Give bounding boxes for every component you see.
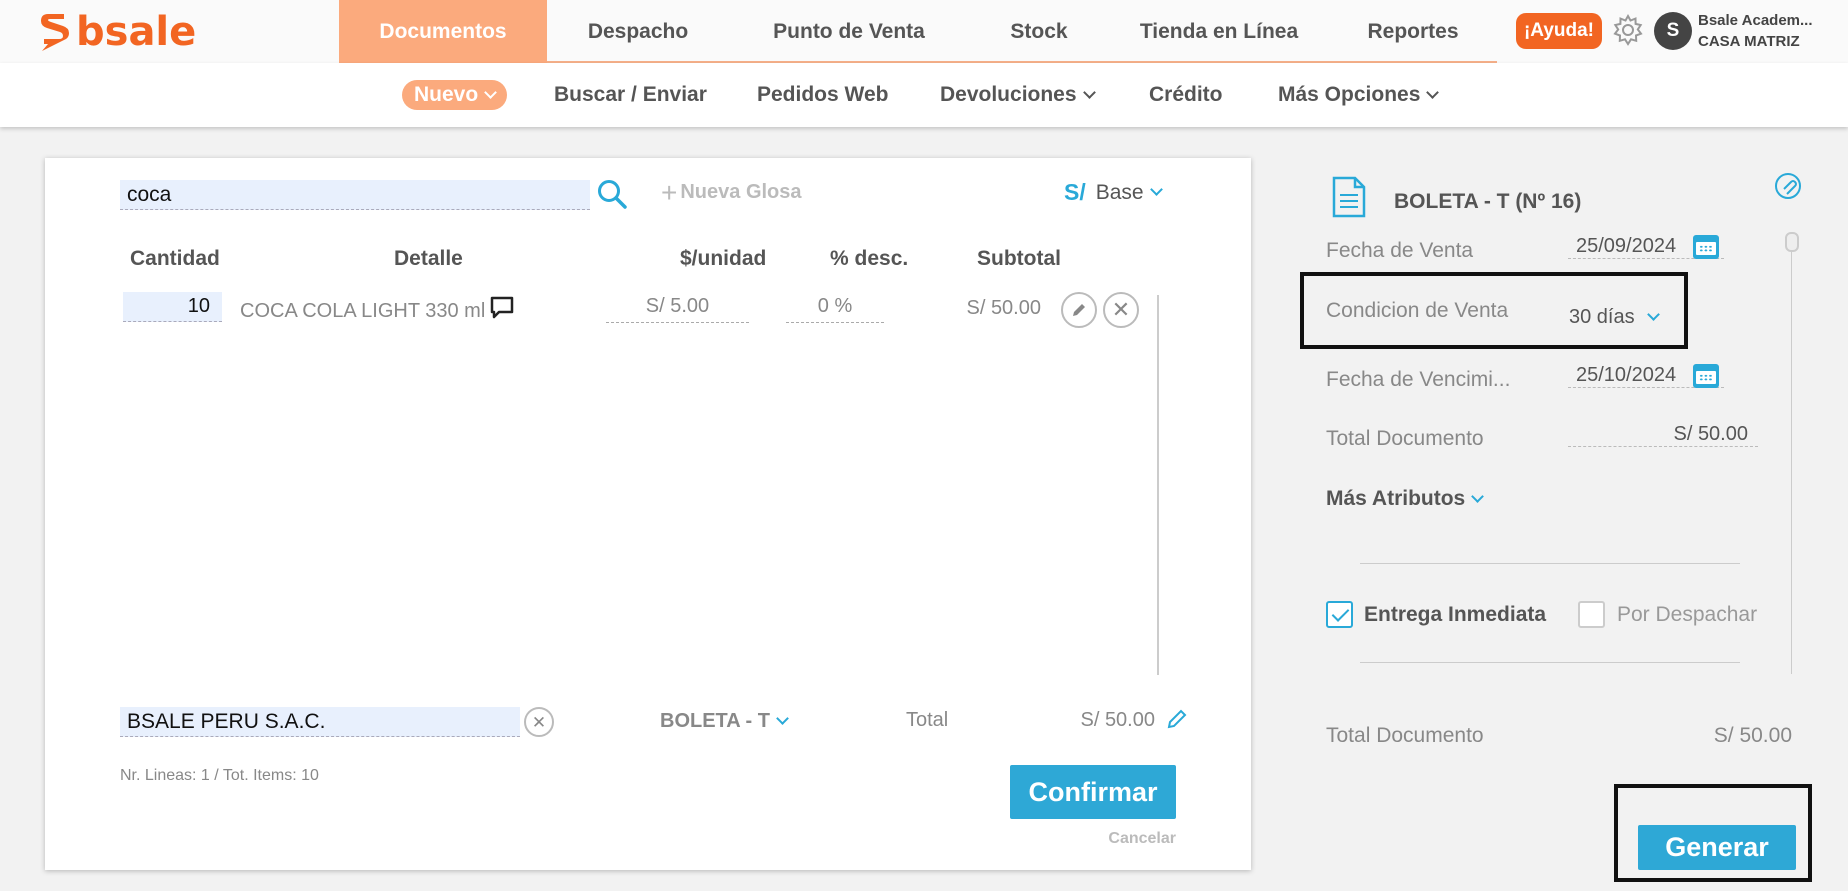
scrollbar-handle[interactable] — [1785, 232, 1799, 252]
condicion-venta-select[interactable]: 30 días — [1569, 306, 1660, 329]
chevron-down-icon — [1646, 308, 1660, 321]
row-subtotal: S/ 50.00 — [966, 297, 1041, 319]
entrega-inmediata-checkbox[interactable] — [1326, 601, 1353, 628]
fecha-vencimiento-label: Fecha de Vencimi... — [1326, 368, 1511, 391]
subnav-nuevo[interactable]: Nuevo — [402, 79, 508, 111]
generar-button[interactable]: Generar — [1638, 825, 1796, 870]
lines-summary: Nr. Lineas: 1 / Tot. Items: 10 — [120, 767, 319, 784]
client-input[interactable] — [120, 707, 520, 737]
mas-atributos-label: Más Atributos — [1326, 487, 1466, 510]
nav-stock[interactable]: Stock — [969, 0, 1109, 63]
subnav-pedidos-web[interactable]: Pedidos Web — [757, 79, 888, 111]
col-cantidad: Cantidad — [130, 247, 220, 270]
col-detalle: Detalle — [394, 247, 463, 270]
calendar-icon[interactable] — [1693, 235, 1719, 259]
nav-despacho[interactable]: Despacho — [547, 0, 729, 63]
attachment-icon[interactable] — [1774, 172, 1802, 200]
entrega-inmediata-label[interactable]: Entrega Inmediata — [1364, 603, 1546, 627]
divider — [1360, 563, 1740, 564]
quantity-input[interactable] — [123, 292, 222, 322]
nav-documentos[interactable]: Documentos — [339, 0, 547, 63]
bottom-total-label: Total Documento — [1326, 724, 1484, 747]
mas-atributos-toggle[interactable]: Más Atributos — [1326, 487, 1485, 511]
subnav-nuevo-label: Nuevo — [414, 83, 479, 106]
calendar-icon[interactable] — [1693, 364, 1719, 388]
comment-icon[interactable] — [489, 295, 515, 321]
document-type-select[interactable]: BOLETA - T — [660, 710, 789, 733]
close-icon: ✕ — [531, 712, 547, 732]
nav-punto-de-venta[interactable]: Punto de Venta — [729, 0, 969, 63]
main-nav: Documentos Despacho Punto de Venta Stock… — [339, 0, 1497, 63]
user-name[interactable]: Bsale Academ... — [1698, 12, 1838, 29]
fecha-venta-label: Fecha de Venta — [1326, 239, 1474, 262]
pencil-icon — [1073, 304, 1085, 316]
unit-price-input[interactable]: S/ 5.00 — [606, 295, 749, 323]
nueva-glosa-label: Nueva Glosa — [680, 181, 802, 203]
document-icon — [1332, 176, 1366, 218]
bsale-logo[interactable]: bsale — [38, 10, 196, 54]
chevron-down-icon — [1082, 85, 1096, 99]
por-despachar-label[interactable]: Por Despachar — [1617, 603, 1757, 627]
scrollbar-track[interactable] — [1791, 252, 1792, 674]
col-subtotal: Subtotal — [977, 247, 1061, 270]
close-icon: ✕ — [1111, 297, 1131, 322]
sub-nav-bar: Nuevo Buscar / Enviar Pedidos Web Devolu… — [0, 63, 1848, 127]
product-search-input[interactable] — [120, 180, 590, 210]
top-header: bsale Documentos Despacho Punto de Venta… — [0, 0, 1848, 63]
branch-name: CASA MATRIZ — [1698, 33, 1800, 50]
col-unit-price: $/unidad — [680, 247, 767, 270]
clear-client-button[interactable]: ✕ — [524, 707, 554, 737]
currency-symbol: S/ — [1064, 179, 1086, 205]
total-documento-label: Total Documento — [1326, 427, 1484, 450]
discount-input[interactable]: 0 % — [786, 295, 884, 323]
bottom-total-value: S/ 50.00 — [1713, 724, 1792, 747]
total-value: S/ 50.00 — [1080, 709, 1155, 731]
document-type-label: BOLETA - T — [660, 710, 770, 732]
chevron-down-icon — [1426, 85, 1440, 99]
subnav-buscar-enviar[interactable]: Buscar / Enviar — [554, 79, 707, 111]
product-detail: COCA COLA LIGHT 330 ml — [240, 300, 486, 322]
divider — [1360, 662, 1740, 663]
col-discount: % desc. — [830, 247, 909, 270]
nav-reportes[interactable]: Reportes — [1329, 0, 1497, 63]
delete-row-button[interactable]: ✕ — [1103, 292, 1139, 328]
nav-tienda-en-linea[interactable]: Tienda en Línea — [1109, 0, 1329, 63]
subnav-credito[interactable]: Crédito — [1149, 79, 1223, 111]
document-title: BOLETA - T (Nº 16) — [1394, 190, 1582, 213]
table-divider — [1157, 295, 1159, 675]
gear-icon[interactable] — [1611, 13, 1645, 47]
plus-icon: + — [661, 176, 678, 208]
price-list-select[interactable]: S/ Base — [1064, 179, 1163, 206]
chevron-down-icon — [1471, 489, 1485, 503]
edit-row-button[interactable] — [1061, 292, 1097, 328]
subnav-mas-opciones[interactable]: Más Opciones — [1278, 79, 1440, 111]
price-list-label: Base — [1095, 180, 1144, 204]
subnav-mas-opciones-label: Más Opciones — [1278, 83, 1421, 106]
help-button[interactable]: ¡Ayuda! — [1516, 13, 1602, 49]
logo-text: bsale — [76, 9, 197, 55]
total-documento-value: S/ 50.00 — [1568, 423, 1758, 447]
total-label: Total — [906, 709, 949, 731]
confirm-button[interactable]: Confirmar — [1010, 765, 1176, 819]
avatar[interactable]: S — [1654, 12, 1692, 50]
subnav-devoluciones[interactable]: Devoluciones — [940, 79, 1096, 111]
document-editor-panel — [45, 158, 1251, 870]
search-icon[interactable] — [596, 178, 628, 210]
cancel-link[interactable]: Cancelar — [1080, 830, 1176, 848]
por-despachar-checkbox[interactable] — [1578, 601, 1605, 628]
condicion-venta-value: 30 días — [1569, 306, 1635, 328]
chevron-down-icon — [484, 85, 498, 99]
subnav-devoluciones-label: Devoluciones — [940, 83, 1077, 106]
chevron-down-icon — [776, 712, 789, 725]
nueva-glosa-button[interactable]: + Nueva Glosa — [661, 176, 802, 208]
chevron-down-icon — [1149, 183, 1163, 196]
condicion-venta-label: Condicion de Venta — [1326, 299, 1509, 322]
bsale-logo-icon — [41, 14, 69, 51]
pencil-icon[interactable] — [1166, 708, 1188, 730]
